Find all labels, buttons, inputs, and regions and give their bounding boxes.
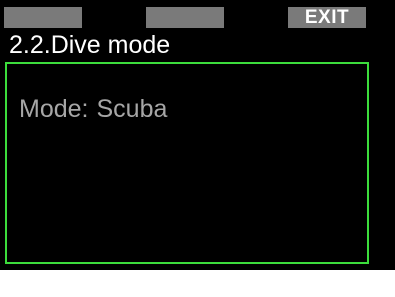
mode-label: Mode: xyxy=(19,95,89,123)
dive-computer-screen: EXIT 2.2.Dive mode Mode: Scuba xyxy=(0,0,395,270)
page-title: 2.2.Dive mode xyxy=(9,31,171,59)
mode-value: Scuba xyxy=(96,95,168,123)
softkey-middle-button[interactable] xyxy=(146,7,224,28)
softkey-left-button[interactable] xyxy=(4,7,82,28)
exit-button[interactable]: EXIT xyxy=(288,7,366,28)
mode-setting[interactable]: Mode: Scuba xyxy=(19,94,167,124)
settings-panel: Mode: Scuba xyxy=(5,62,369,264)
